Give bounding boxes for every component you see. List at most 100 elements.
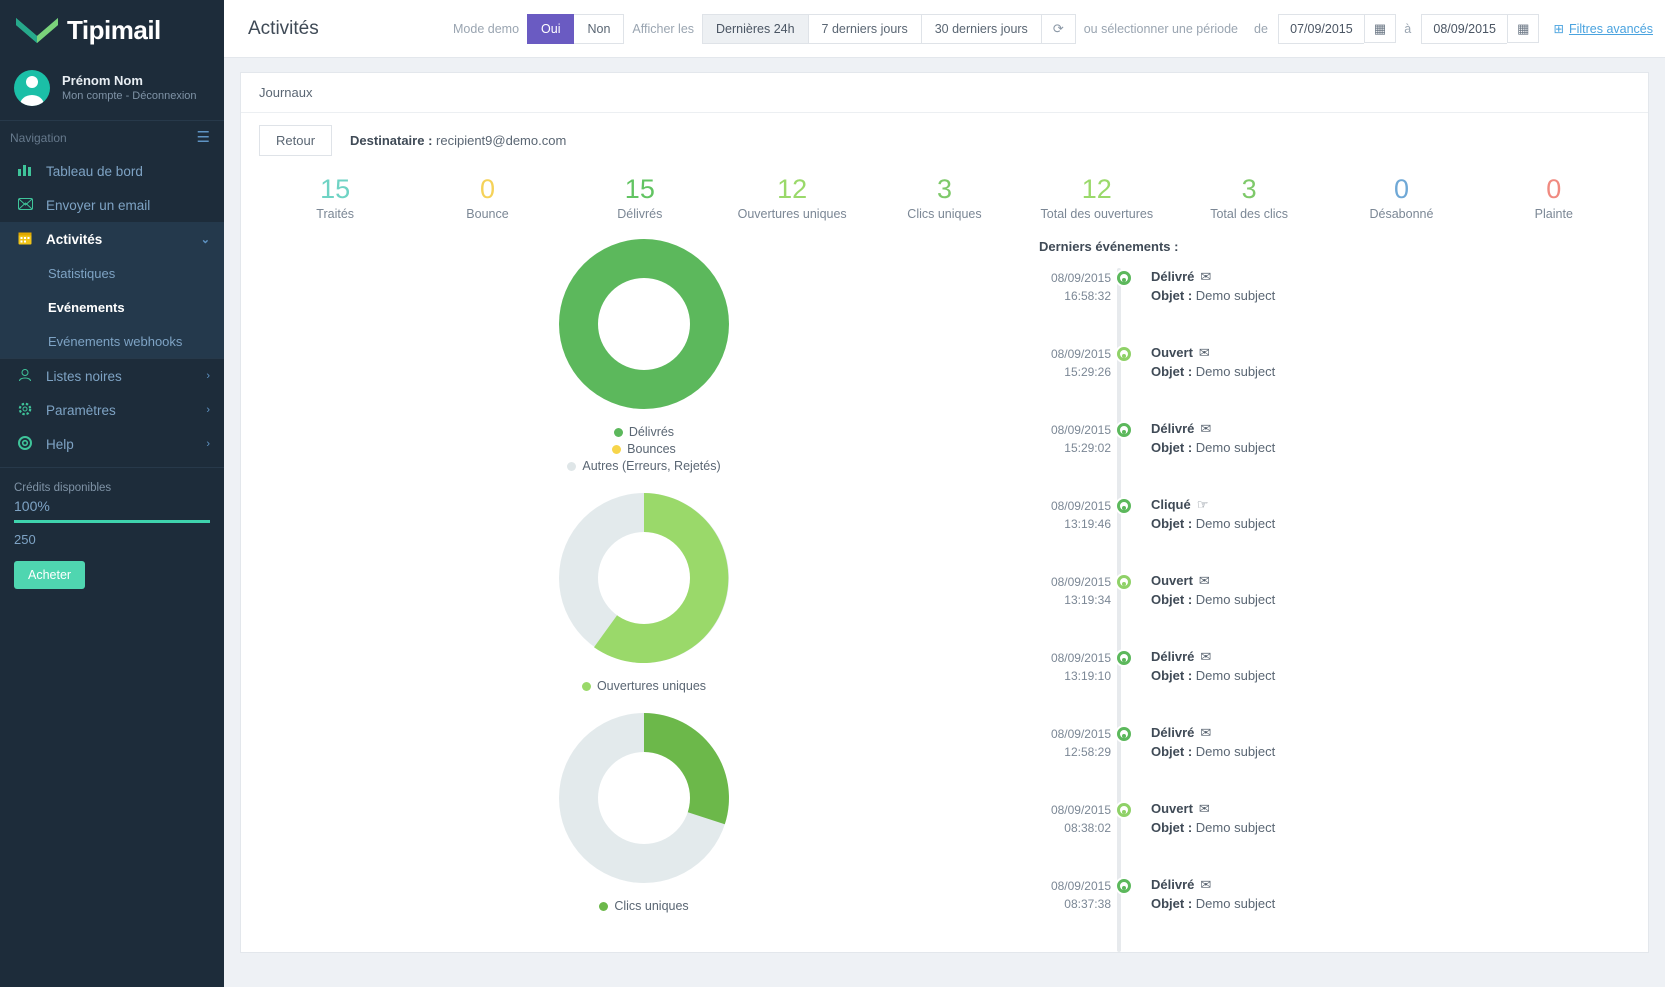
demo-mode-no-button[interactable]: Non (574, 13, 625, 44)
donut-charts: Délivrés Bounces Autres (Erreurs, Rejeté… (259, 239, 1029, 952)
timeline-event[interactable]: 08/09/2015 16:58:32 Délivré ✉ Objet: De… (1039, 268, 1630, 344)
account-block[interactable]: Prénom Nom Mon compte - Déconnexion (0, 60, 224, 121)
event-type-label: Délivré (1151, 421, 1195, 436)
to-label: à (1404, 21, 1412, 36)
account-links[interactable]: Mon compte - Déconnexion (62, 89, 197, 104)
legend-item[interactable]: Clics uniques (599, 898, 689, 915)
object-value: Demo subject (1195, 820, 1276, 835)
chevron-right-icon[interactable]: › (206, 370, 210, 382)
legend-item[interactable]: Autres (Erreurs, Rejetés) (567, 458, 721, 475)
date-from-input[interactable] (1277, 13, 1364, 44)
calendar-icon[interactable]: ▦ (1363, 13, 1397, 44)
object-value: Demo subject (1195, 288, 1276, 303)
event-body: Ouvert ✉ Objet : Demo subject (1137, 572, 1275, 609)
stat-value: 3 (1241, 174, 1257, 204)
donut-legend: Ouvertures uniques (581, 678, 706, 695)
event-time: 13:19:10 (1064, 669, 1111, 683)
legend-swatch-icon (613, 428, 623, 437)
range-7-days-button[interactable]: 7 derniers jours (808, 13, 922, 44)
back-button[interactable]: Retour (259, 125, 333, 156)
brand[interactable]: Tipimail (0, 0, 224, 60)
event-time: 13:19:34 (1064, 593, 1111, 607)
range-30-days-button[interactable]: 30 derniers jours (921, 13, 1042, 44)
stats-row: 15 Traités 0 Bounce 15 Délivrés 12 Ouver… (259, 172, 1630, 221)
collapse-sidebar-icon[interactable]: ☰ (197, 130, 210, 145)
object-value: Demo subject (1195, 440, 1276, 455)
legend-item[interactable]: Délivrés (567, 424, 720, 441)
event-type: Délivré ✉ (1151, 724, 1275, 742)
sidebar-item-activites[interactable]: Activités ⌄ (0, 222, 224, 256)
stat-plainte: 0 Plainte (1478, 172, 1630, 221)
toolbar-controls: Mode demo Oui Non Afficher les Dernières… (445, 13, 1653, 44)
stat-value: 3 (936, 174, 952, 204)
lifebuoy-icon (16, 435, 34, 453)
recipient-row: Retour Destinataire : recipient9@demo.co… (259, 125, 1630, 156)
event-body: Délivré ✉ Objet : Demo subject (1137, 268, 1275, 305)
timeline-marker (1115, 572, 1133, 589)
sidebar-item-parametres[interactable]: Paramètres › (0, 393, 224, 427)
event-body: Cliqué ☞ Objet : Demo subject (1137, 496, 1275, 533)
chevron-right-icon[interactable]: › (206, 438, 210, 450)
sidebar-item-label: Envoyer un email (46, 197, 151, 213)
sidebar-item-envoyer-un-email[interactable]: Envoyer un email (0, 188, 224, 222)
event-subject: Objet : Demo subject (1151, 894, 1275, 913)
timeline-dot-icon (1117, 271, 1131, 285)
event-body: Délivré ✉ Objet : Demo subject (1137, 648, 1275, 685)
date-to-input[interactable] (1421, 13, 1508, 44)
timeline-event[interactable]: 08/09/2015 08:37:38 Délivré ✉ Objet: De… (1039, 876, 1630, 952)
chevron-right-icon[interactable]: › (206, 404, 210, 416)
event-body: Ouvert ✉ Objet : Demo subject (1137, 800, 1275, 837)
event-type: Délivré ✉ (1151, 876, 1275, 894)
range-last-24h-button[interactable]: Dernières 24h (702, 13, 809, 44)
sidebar-item-statistiques[interactable]: Statistiques (0, 256, 224, 290)
event-time: 13:19:46 (1064, 517, 1111, 531)
event-datetime: 08/09/2015 13:19:10 (1039, 648, 1111, 685)
legend-label: Bounces (627, 442, 676, 456)
timeline-event[interactable]: 08/09/2015 15:29:02 Délivré ✉ Objet: De… (1039, 420, 1630, 496)
sidebar-item-label: Listes noires (46, 368, 122, 384)
legend-swatch-icon (612, 445, 622, 454)
legend-item[interactable]: Ouvertures uniques (581, 678, 706, 695)
stat-traites: 15 Traités (259, 172, 411, 221)
legend-item[interactable]: Bounces (567, 441, 720, 458)
stat-bounce: 0 Bounce (411, 172, 563, 221)
timeline-dot-icon (1117, 879, 1131, 893)
timeline-event[interactable]: 08/09/2015 15:29:26 Ouvert ✉ Objet: Dem… (1039, 344, 1630, 420)
timeline-event[interactable]: 08/09/2015 13:19:34 Ouvert ✉ Objet: Dem… (1039, 572, 1630, 648)
calendar-icon[interactable]: ▦ (1507, 13, 1540, 44)
calendar-icon (16, 231, 34, 248)
object-label: Objet : (1151, 896, 1193, 911)
timeline-event[interactable]: 08/09/2015 08:38:02 Ouvert ✉ Objet: Dem… (1039, 800, 1630, 876)
range-selector: Dernières 24h 7 derniers jours 30 dernie… (702, 13, 1042, 44)
sidebar-item-listes-noires[interactable]: Listes noires › (0, 359, 224, 393)
refresh-icon[interactable]: ⟳ (1040, 13, 1076, 44)
sidebar-item-tableau-de-bord[interactable]: Tableau de bord (0, 154, 224, 188)
demo-mode-yes-button[interactable]: Oui (527, 13, 575, 44)
sidebar-item-evenements[interactable]: Evénements (0, 290, 224, 324)
timeline-event[interactable]: 08/09/2015 12:58:29 Délivré ✉ Objet: De… (1039, 724, 1630, 800)
charts-and-events: Délivrés Bounces Autres (Erreurs, Rejeté… (259, 239, 1630, 952)
stat-label: Bounce (466, 207, 509, 221)
sidebar-item-evenements-webhooks[interactable]: Evénements webhooks (0, 324, 224, 358)
legend-label: Clics uniques (614, 899, 689, 913)
advanced-filters-link[interactable]: ⊞ Filtres avancés (1553, 21, 1653, 37)
sidebar-item-help[interactable]: Help › (0, 427, 224, 461)
timeline-dot-icon (1117, 651, 1131, 665)
event-date: 08/09/2015 (1050, 651, 1111, 665)
content-area: Journaux Retour Destinataire : recipient… (224, 58, 1665, 987)
chevron-down-icon[interactable]: ⌄ (201, 233, 210, 246)
event-type: Ouvert ✉ (1151, 800, 1275, 818)
send-mail-icon (16, 197, 34, 213)
timeline-event[interactable]: 08/09/2015 13:19:46 Cliqué ☞ Objet: Dem… (1039, 496, 1630, 572)
stat-desabonne: 0 Désabonné (1325, 172, 1477, 221)
timeline-marker (1115, 268, 1133, 285)
sidebar-group-activites: Activités ⌄ Statistiques Evénements Evén… (0, 222, 224, 358)
event-time: 12:58:29 (1064, 745, 1111, 759)
tab-journaux[interactable]: Journaux (259, 85, 312, 100)
timeline-event[interactable]: 08/09/2015 13:19:10 Délivré ✉ Objet: De… (1039, 648, 1630, 724)
gear-icon (16, 402, 34, 419)
sidebar-item-label: Paramètres (46, 402, 116, 418)
stat-label: Clics uniques (907, 207, 982, 221)
buy-button[interactable]: Acheter (14, 561, 86, 589)
event-type-label: Ouvert (1151, 573, 1193, 588)
